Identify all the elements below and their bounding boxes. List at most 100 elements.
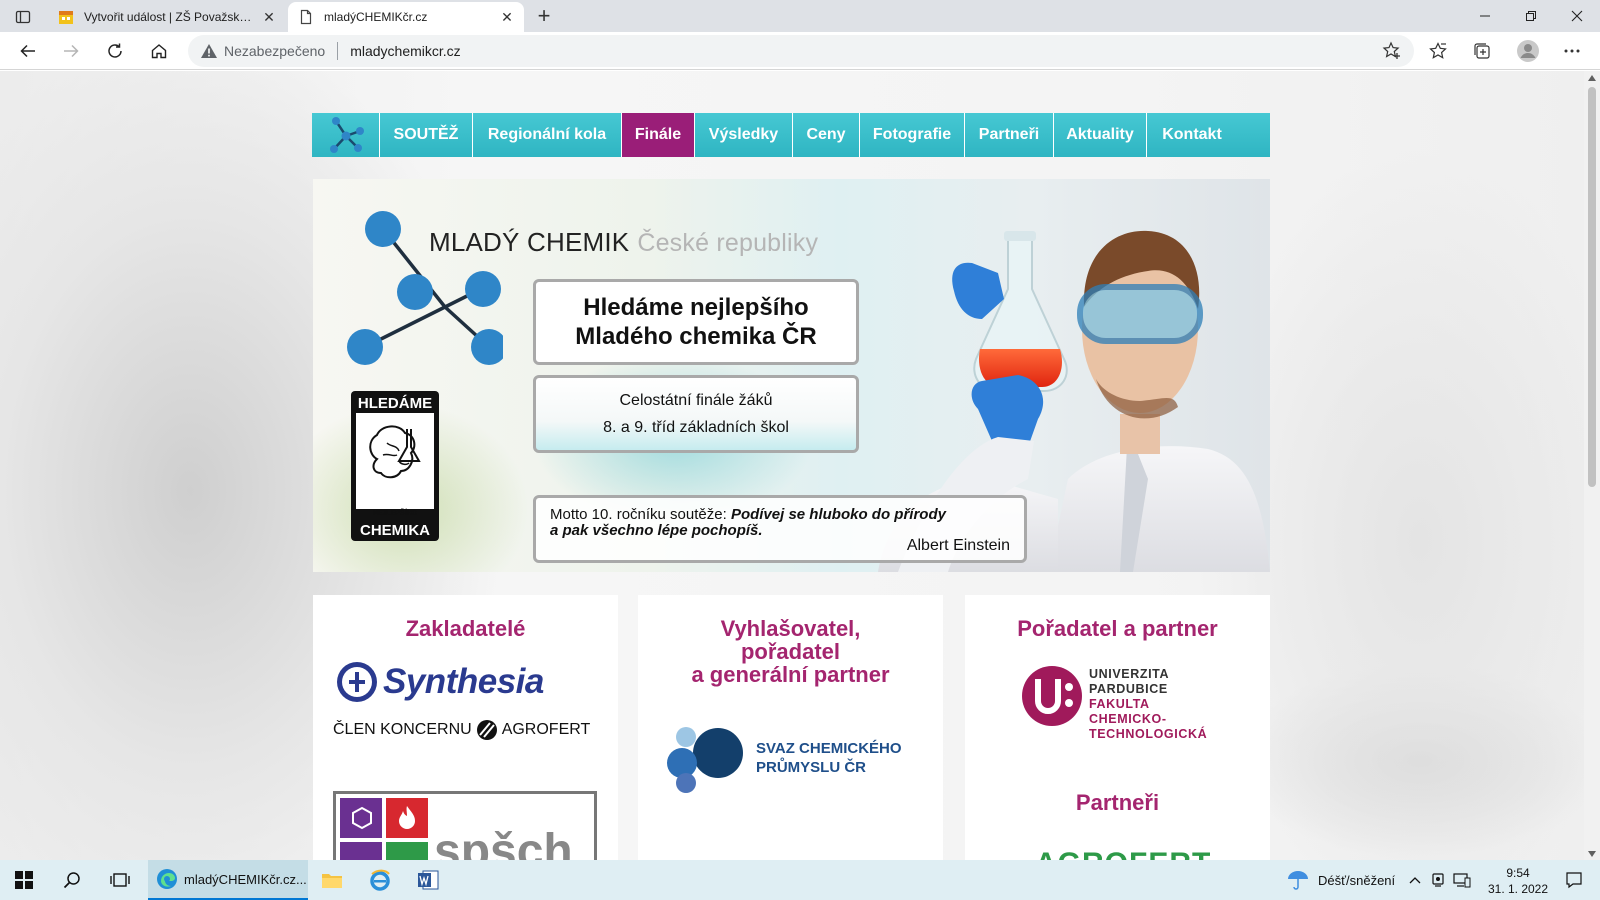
taskbar-app-edge[interactable]: mladýCHEMIKčr.cz... [148,860,308,900]
tab-inactive[interactable]: Vytvořit událost | ZŠ Považská St ✕ [48,2,289,32]
finale-line1: Celostátní finále žáků [619,392,773,409]
card-title: Zakladatelé [405,616,526,641]
card-title-line1: Vyhlašovatel, [720,616,861,641]
upce-emblem-icon [1022,666,1082,726]
warning-icon[interactable] [200,42,218,60]
upce-line1: UNIVERZITA [1089,667,1170,681]
add-favorite-icon[interactable] [1382,41,1402,64]
badge-bottom-text: CHEMIKA [360,522,430,539]
synthesia-emblem-icon [337,662,377,702]
tab-strip: Vytvořit událost | ZŠ Považská St ✕ mlad… [0,0,1600,32]
spsch-logo[interactable]: spšch [333,791,597,860]
task-view-icon[interactable] [96,860,144,900]
page-favicon-icon [298,9,314,25]
upce-line2: PARDUBICE [1089,682,1168,696]
page-scrollbar[interactable] [1584,71,1600,860]
forward-arrow-icon[interactable] [55,35,87,67]
address-bar[interactable]: Nezabezpečeno mladychemikcr.cz [188,35,1414,67]
badge-mid-text: NEJLEPŠÍHO [373,508,418,517]
more-menu-icon[interactable] [1556,35,1588,67]
file-explorer-icon[interactable] [308,860,356,900]
word-icon[interactable] [404,860,452,900]
upce-line4: CHEMICKO- [1089,712,1167,726]
umbrella-icon [1288,871,1308,890]
synthesia-logo[interactable]: Synthesia [335,659,597,705]
svaz-line1: SVAZ CHEMICKÉHO [756,740,902,757]
nav-item-kontakt[interactable]: Kontakt [1147,113,1237,157]
agrofert-line: ČLEN KONCERNU AGROFERT [333,719,595,741]
close-window-icon[interactable] [1554,0,1600,32]
scroll-thumb[interactable] [1588,87,1596,487]
close-tab-icon[interactable]: ✕ [258,6,280,28]
site-navigation: SOUTĚŽ Regionální kola Finále Výsledky C… [312,113,1270,157]
finale-info-box: Celostátní finále žáků 8. a 9. tříd zákl… [533,375,859,453]
nav-item-aktuality[interactable]: Aktuality [1054,113,1147,157]
clock-date: 31. 1. 2022 [1487,882,1549,896]
agrofert-emblem-icon [476,720,497,740]
brand-name: MLADÝ CHEMIK [429,227,630,257]
tab-title: mladýCHEMIKčr.cz [324,10,428,24]
partners-title: Partneři [1075,790,1160,815]
upce-line5: TECHNOLOGICKÁ [1089,727,1208,741]
url-text[interactable]: mladychemikcr.cz [350,43,460,59]
start-windows-icon[interactable] [0,860,48,900]
upce-line3: FAKULTA [1089,697,1150,711]
system-clock[interactable]: 9:54 31. 1. 2022 [1482,865,1554,897]
device-icon[interactable] [1426,860,1450,900]
calendar-favicon-icon [58,9,74,25]
weather-text: Déšť/sněžení [1318,872,1396,888]
notifications-icon[interactable] [1552,860,1596,900]
minimize-icon[interactable] [1462,0,1508,32]
card-zakladatele: Zakladatelé Synthesia ČLEN KONCERNU AGRO… [313,595,618,860]
card-title: Pořadatel a partner [1017,616,1218,641]
molecule-icon [329,117,364,153]
network-icon[interactable] [1450,860,1474,900]
motto-line1: Podívej se hluboko do přírody [730,506,946,523]
show-hidden-icons-icon[interactable] [1404,860,1426,900]
refresh-icon[interactable] [99,35,131,67]
home-icon[interactable] [143,35,175,67]
home-logo-link[interactable] [312,113,380,157]
nav-item-soutez[interactable]: SOUTĚŽ [380,113,473,157]
weather-widget[interactable]: Déšť/sněžení [1286,860,1395,900]
scroll-up-icon[interactable] [1588,75,1596,81]
brand-subtitle: České republiky [637,229,819,257]
restore-icon[interactable] [1508,0,1554,32]
nav-item-vysledky[interactable]: Výsledky [695,113,793,157]
motto-author: Albert Einstein [906,537,1010,554]
headline-line1: Hledáme nejlepšího [583,294,809,321]
search-icon[interactable] [48,860,96,900]
nav-item-finale[interactable]: Finále [622,113,695,157]
scroll-down-icon[interactable] [1588,851,1596,857]
svaz-bubbles-icon [667,727,743,793]
univerzita-pardubice-logo[interactable]: UNIVERZITA PARDUBICE FAKULTA CHEMICKO- T… [1021,665,1241,745]
card-poradatel: Pořadatel a partner UNIVERZITA PARDUBICE… [965,595,1270,860]
favorites-icon[interactable] [1422,35,1454,67]
nav-item-regionalni-kola[interactable]: Regionální kola [473,113,622,157]
nav-item-partneri[interactable]: Partneři [965,113,1054,157]
nav-item-ceny[interactable]: Ceny [793,113,860,157]
hexagon-icon [352,806,372,830]
hledame-badge-logo: HLEDÁME NEJLEPŠÍHO CHEMIKA [349,389,441,543]
badge-top-text: HLEDÁME [358,395,432,412]
hero-brand-title: MLADÝ CHEMIK České republiky [429,227,818,258]
security-label[interactable]: Nezabezpečeno [224,43,325,59]
motto-prefix: Motto 10. ročníku soutěže: [550,506,727,523]
nav-item-fotografie[interactable]: Fotografie [860,113,965,157]
profile-avatar-icon[interactable] [1512,35,1544,67]
back-arrow-icon[interactable] [12,35,44,67]
motto-box: Motto 10. ročníku soutěže: Podívej se hl… [533,495,1027,563]
svaz-line2: PRŮMYSLU ČR [756,759,867,776]
finale-line2: 8. a 9. tříd základních škol [603,419,789,436]
partner-wordmark: AGROFERT [1035,847,1211,860]
svaz-chemickeho-prumyslu-logo[interactable]: SVAZ CHEMICKÉHO PRŮMYSLU ČR [664,723,920,795]
close-tab-icon[interactable]: ✕ [496,6,518,28]
new-tab-button[interactable]: + [530,3,558,28]
internet-explorer-icon[interactable] [356,860,404,900]
clock-time: 9:54 [1506,866,1530,880]
tab-active[interactable]: mladýCHEMIKčr.cz ✕ [288,2,524,32]
synthesia-wordmark: Synthesia [383,662,544,701]
collections-icon[interactable] [1466,35,1498,67]
tab-actions-icon[interactable] [10,6,36,28]
agrofert-partner-logo[interactable]: AGROFERT [1035,847,1215,860]
